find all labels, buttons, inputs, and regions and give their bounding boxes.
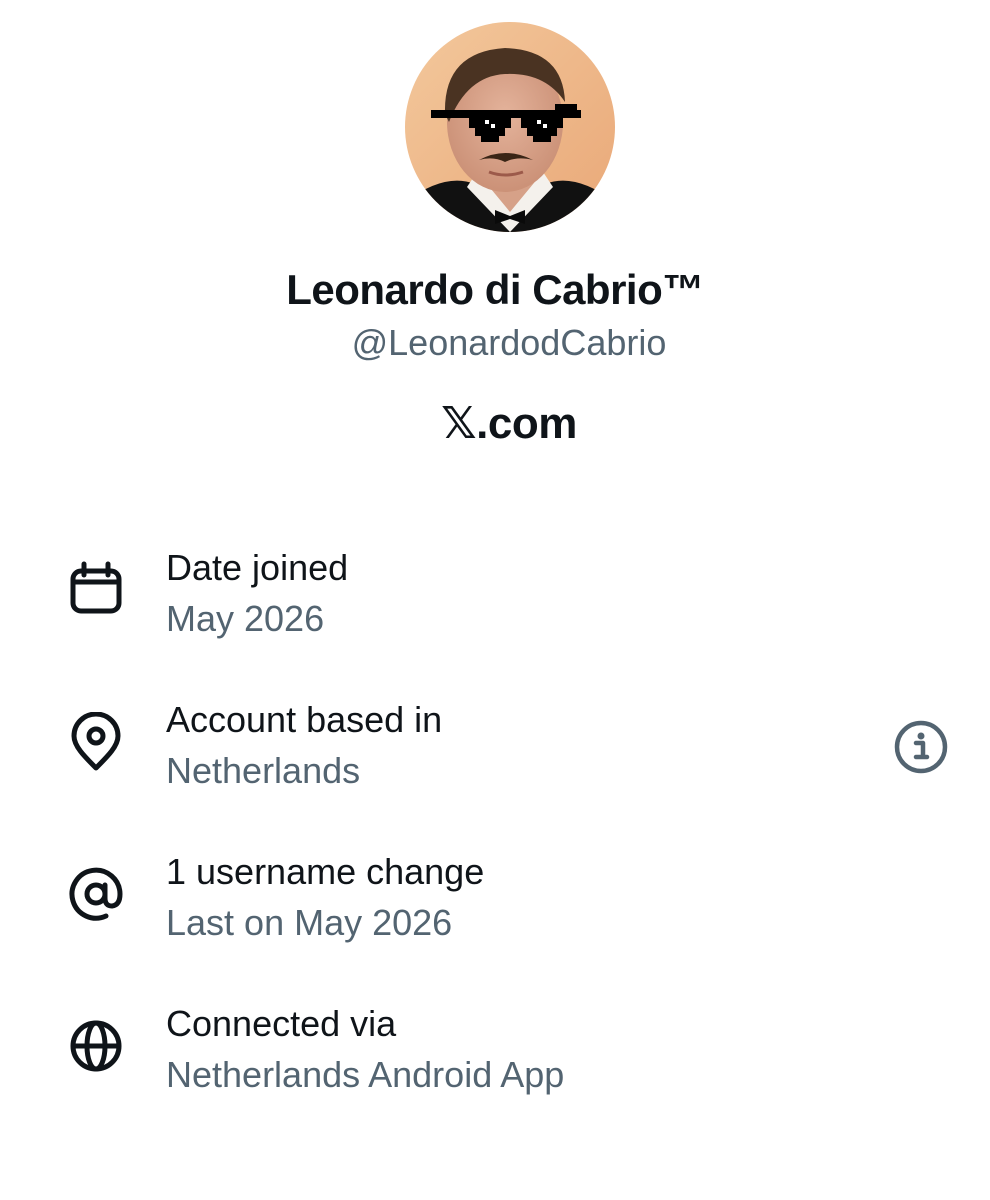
about-value: May 2026 [166,598,325,639]
at-sign-icon [66,864,126,924]
about-value: Netherlands [166,750,361,791]
about-label: Date joined [166,547,349,588]
location-pin-icon [66,712,126,772]
about-row-account-based-in: Account based in Netherlands [0,698,990,808]
about-row-date-joined: Date joined May 2026 [0,546,990,656]
about-row-username-change: 1 username change Last on May 2026 [0,850,990,960]
about-label: Connected via [166,1003,397,1044]
calendar-icon [66,560,126,620]
about-value: Last on May 2026 [166,902,453,943]
site-wordmark: 𝕏.com [441,399,577,448]
avatar-image [405,22,615,232]
about-value: Netherlands Android App [166,1054,565,1095]
about-row-connected-via: Connected via Netherlands Android App [0,1002,990,1112]
about-label: 1 username change [166,851,485,892]
info-icon[interactable] [892,718,950,776]
avatar[interactable] [405,22,615,232]
globe-icon [66,1016,126,1076]
about-label: Account based in [166,699,443,740]
display-name: Leonardo di Cabrio™ [286,266,704,313]
username-handle[interactable]: @LeonardodCabrio [0,318,990,368]
